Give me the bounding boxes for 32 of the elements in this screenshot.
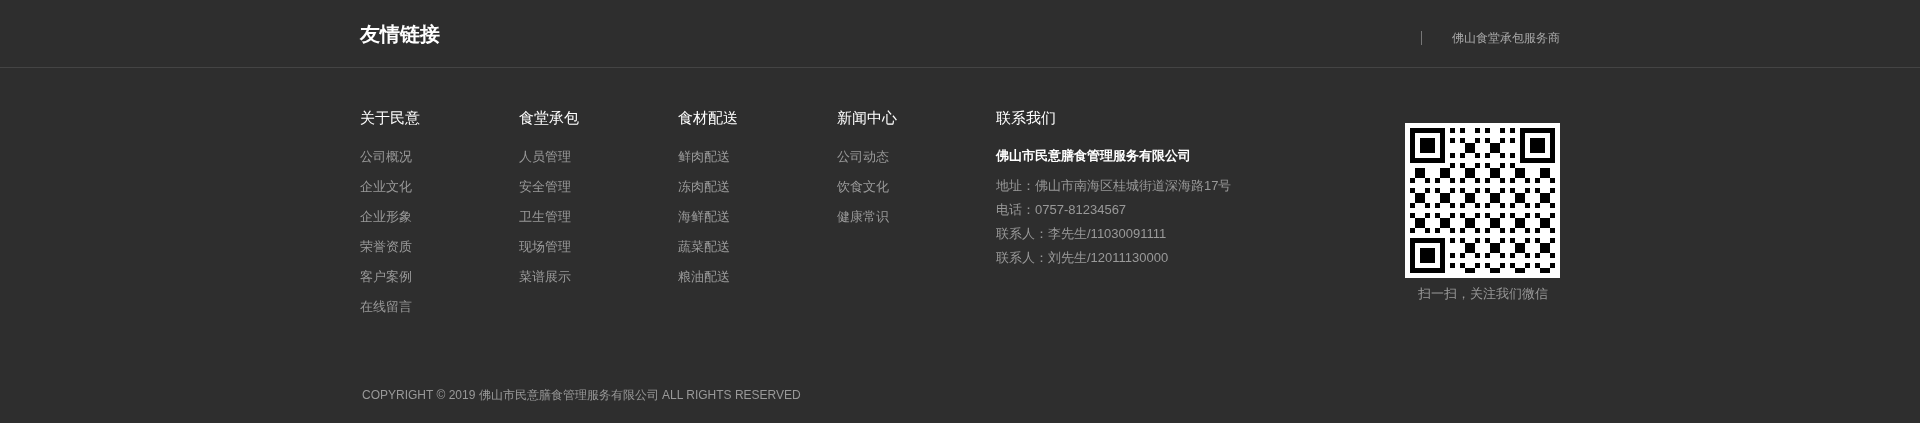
footer-link[interactable]: 在线留言 bbox=[360, 298, 519, 316]
footer-link[interactable]: 鲜肉配送 bbox=[678, 148, 837, 166]
footer-link[interactable]: 公司概况 bbox=[360, 148, 519, 166]
footer-link[interactable]: 客户案例 bbox=[360, 268, 519, 286]
contact-info: 联系人：刘先生/12011130000 bbox=[996, 248, 1170, 267]
column-heading: 关于民意 bbox=[360, 108, 421, 128]
footer-link[interactable]: 饮食文化 bbox=[837, 178, 996, 196]
footer-link[interactable]: 荣誉资质 bbox=[360, 238, 519, 256]
column-heading: 食堂承包 bbox=[519, 108, 580, 128]
contact-info: 电话：0757-81234567 bbox=[996, 200, 1128, 219]
footer-link[interactable]: 海鲜配送 bbox=[678, 208, 837, 226]
footer-link[interactable]: 健康常识 bbox=[837, 208, 996, 226]
footer-link[interactable]: 企业形象 bbox=[360, 208, 519, 226]
header-link[interactable]: 佛山食堂承包服务商 bbox=[1452, 28, 1560, 47]
footer-link[interactable]: 人员管理 bbox=[519, 148, 678, 166]
column-heading: 食材配送 bbox=[678, 108, 739, 128]
footer-link[interactable]: 企业文化 bbox=[360, 178, 519, 196]
copyright-text: COPYRIGHT © 2019 佛山市民意膳食管理服务有限公司 ALL RIGHTS RESERVED bbox=[361, 388, 801, 402]
footer-link[interactable]: 公司动态 bbox=[837, 148, 996, 166]
contact-info: 地址：佛山市南海区桂城街道深海路17号 bbox=[996, 176, 1233, 195]
footer-link[interactable]: 冻肉配送 bbox=[678, 178, 837, 196]
footer-link[interactable]: 菜谱展示 bbox=[519, 268, 678, 286]
column-heading: 新闻中心 bbox=[837, 108, 898, 128]
footer-link[interactable]: 蔬菜配送 bbox=[678, 238, 837, 256]
footer-link[interactable]: 粮油配送 bbox=[678, 268, 837, 286]
footer-link[interactable]: 卫生管理 bbox=[519, 208, 678, 226]
footer-link[interactable]: 安全管理 bbox=[519, 178, 678, 196]
section-title: 友情链接 bbox=[360, 21, 440, 47]
contact-info: 联系人：李先生/11030091111 bbox=[996, 224, 1168, 243]
footer-link[interactable]: 现场管理 bbox=[519, 238, 678, 256]
column-heading: 联系我们 bbox=[996, 108, 1057, 128]
company-name: 佛山市民意膳食管理服务有限公司 bbox=[996, 147, 1192, 165]
